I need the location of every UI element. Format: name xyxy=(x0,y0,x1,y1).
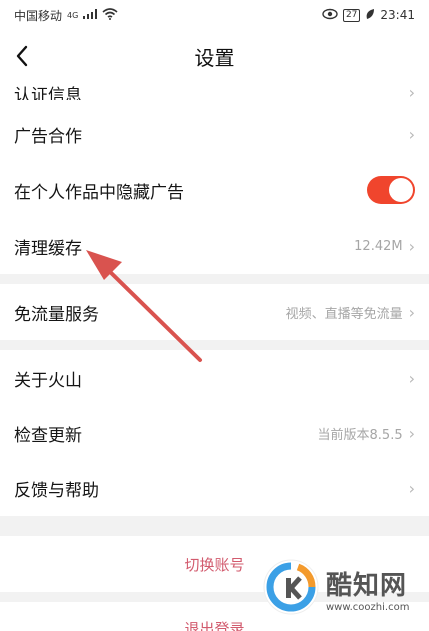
free-data-right: 视频、直播等免流量 › xyxy=(286,303,415,322)
list-item-ad-partner[interactable]: 广告合作 › xyxy=(0,106,429,162)
section-divider xyxy=(0,340,429,350)
watermark: 酷知网 www.coozhi.com xyxy=(262,558,409,620)
version-value: 当前版本8.5.5 xyxy=(317,427,403,443)
free-data-value: 视频、直播等免流量 xyxy=(285,306,403,322)
hide-ads-toggle[interactable] xyxy=(367,176,415,204)
network-label: 4G xyxy=(67,10,79,20)
signal-icon xyxy=(83,8,98,22)
cert-info-label: 认证信息 xyxy=(14,86,82,100)
chevron-right-icon: › xyxy=(408,423,415,443)
hide-ads-label: 在个人作品中隐藏广告 xyxy=(14,182,184,203)
logout-label: 退出登录 xyxy=(184,620,245,631)
wifi-icon xyxy=(102,7,118,23)
check-update-label: 检查更新 xyxy=(14,425,82,446)
page-title-overlay: 设置 xyxy=(194,45,235,70)
status-bar: 中国移动 4G 27 23:41 xyxy=(0,0,429,30)
clear-cache-right: 12.42M › xyxy=(354,237,415,256)
watermark-url: www.coozhi.com xyxy=(326,602,410,613)
chevron-right-icon: › xyxy=(408,236,415,256)
nav-bar-overlay: 设置 xyxy=(0,30,429,82)
battery-level: 27 xyxy=(342,8,361,22)
about-label: 关于火山 xyxy=(14,370,82,391)
ad-partner-label: 广告合作 xyxy=(14,126,82,147)
clear-cache-label: 清理缓存 xyxy=(14,238,82,259)
status-right: 27 23:41 xyxy=(322,8,415,23)
check-update-right: 当前版本8.5.5 › xyxy=(318,424,415,443)
list-item-free-data[interactable]: 免流量服务 视频、直播等免流量 › xyxy=(0,284,429,340)
section-divider xyxy=(0,274,429,284)
chevron-right-icon: › xyxy=(408,302,415,322)
coozhi-logo-icon xyxy=(262,558,320,620)
status-left: 中国移动 4G xyxy=(14,7,118,24)
toggle-knob xyxy=(389,178,413,202)
section-divider xyxy=(0,516,429,536)
chevron-left-icon xyxy=(16,45,28,67)
list-item-about[interactable]: 关于火山 › xyxy=(0,350,429,406)
list-item-hide-ads: 在个人作品中隐藏广告 xyxy=(0,162,429,218)
chevron-right-icon: › xyxy=(408,368,415,388)
watermark-title: 酷知网 xyxy=(326,571,408,601)
chevron-right-icon: › xyxy=(408,124,415,144)
list-item-clear-cache[interactable]: 清理缓存 12.42M › xyxy=(0,218,429,274)
chevron-right-icon: › xyxy=(408,83,415,100)
list-item-feedback[interactable]: 反馈与帮助 › xyxy=(0,460,429,516)
battery-icon: 27 xyxy=(342,8,361,22)
leaf-icon xyxy=(365,8,375,23)
back-button-overlay[interactable] xyxy=(6,40,38,72)
clock-label: 23:41 xyxy=(380,8,415,22)
cache-size-value: 12.42M xyxy=(354,238,403,254)
carrier-label: 中国移动 xyxy=(14,8,63,23)
watermark-text: 酷知网 www.coozhi.com xyxy=(326,565,409,613)
chevron-right-icon: › xyxy=(408,478,415,498)
eye-icon xyxy=(322,8,338,23)
feedback-label: 反馈与帮助 xyxy=(14,480,99,501)
free-data-label: 免流量服务 xyxy=(14,304,99,325)
list-item-check-update[interactable]: 检查更新 当前版本8.5.5 › xyxy=(0,405,429,461)
